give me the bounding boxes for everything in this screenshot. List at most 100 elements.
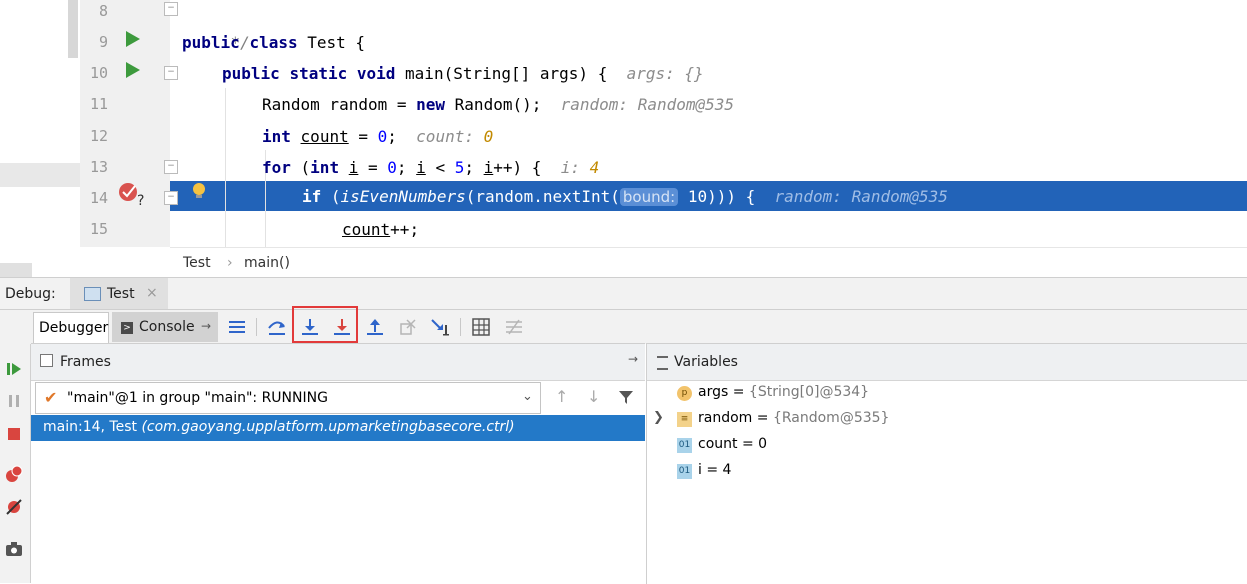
variable-value: {String[0]@534}: [748, 384, 870, 400]
code-token: (: [290, 158, 311, 177]
variable-name: count: [698, 436, 738, 452]
pin-panel-icon[interactable]: →: [628, 352, 638, 366]
close-icon[interactable]: ×: [146, 285, 158, 301]
frames-icon: [40, 354, 53, 367]
code-line-11: Random random = new Random(); random: Ra…: [262, 89, 734, 120]
primitive-icon: 01: [677, 438, 692, 453]
step-over-icon[interactable]: [266, 316, 288, 338]
code-line-9: public class Test {: [182, 27, 365, 58]
breadcrumb-method[interactable]: main(): [244, 255, 290, 271]
chevron-down-icon[interactable]: ⌄: [522, 389, 533, 404]
frame-list-item[interactable]: main:14, Test (com.gaoyang.upplatform.up…: [31, 415, 645, 441]
evaluate-expression-icon[interactable]: [470, 316, 492, 338]
run-to-cursor-icon[interactable]: [429, 316, 451, 338]
line-number: 13: [89, 158, 108, 176]
trace-stream-icon[interactable]: [503, 316, 525, 338]
inline-value-hint: count:: [416, 127, 484, 146]
session-icon: [84, 287, 101, 301]
code-line-12: int count = 0; count: 0: [262, 121, 493, 152]
variable-row-i[interactable]: 01 i = 4: [647, 459, 1247, 485]
run-class-icon[interactable]: [126, 31, 140, 47]
mute-breakpoints-icon[interactable]: [4, 497, 24, 517]
fold-marker-icon[interactable]: −: [164, 66, 178, 80]
variable-row-random[interactable]: ❯ ≡ random = {Random@535}: [647, 407, 1247, 433]
code-token: main(String[] args) {: [395, 64, 608, 83]
view-breakpoints-icon[interactable]: [4, 464, 24, 484]
variable-row-args[interactable]: p args = {String[0]@534}: [647, 381, 1247, 407]
breakpoint-icon[interactable]: ?: [116, 180, 150, 208]
breadcrumb-class[interactable]: Test: [183, 255, 211, 271]
lightbulb-icon[interactable]: [190, 181, 208, 201]
field-icon: ≡: [677, 412, 692, 427]
previous-frame-icon[interactable]: ↑: [555, 387, 568, 406]
debug-side-toolbar: [0, 309, 31, 583]
variable-row-count[interactable]: 01 count = 0: [647, 433, 1247, 459]
keyword-token: void: [356, 64, 396, 83]
line-number: 12: [89, 127, 108, 145]
variable-value: 0: [758, 436, 768, 452]
variables-title: Variables: [674, 354, 738, 370]
inline-value-hint: args: {}: [626, 64, 704, 83]
filter-icon[interactable]: [618, 389, 634, 405]
camera-icon[interactable]: [4, 539, 24, 559]
variable-token: i: [483, 158, 494, 177]
variable-equals: =: [701, 462, 723, 478]
keyword-token: public: [182, 33, 240, 52]
code-token: <: [425, 158, 455, 177]
project-scrollbar[interactable]: [68, 0, 78, 58]
show-execution-point-icon[interactable]: [226, 316, 248, 338]
drop-frame-icon[interactable]: [397, 316, 419, 338]
code-line-15: count++;: [342, 214, 419, 245]
inline-value-hint: random: Random@535: [774, 187, 948, 206]
frame-location: main:14, Test: [43, 419, 137, 435]
keyword-token: public: [222, 64, 280, 83]
svg-text:?: ?: [137, 193, 144, 208]
variables-panel: Variables p args = {String[0]@534} ❯ ≡ r…: [646, 343, 1247, 584]
toolbar-separator: [256, 318, 257, 336]
keyword-token: new: [416, 95, 446, 114]
debug-session-tab[interactable]: Test ×: [70, 278, 168, 310]
chevron-right-icon[interactable]: ❯: [653, 410, 664, 425]
fold-marker-icon[interactable]: −: [164, 2, 178, 16]
fold-marker-icon[interactable]: −: [164, 160, 178, 174]
code-token: (: [321, 187, 341, 206]
code-line-13: for (int i = 0; i < 5; i++) { i: 4: [262, 152, 599, 183]
tab-console[interactable]: > Console →: [112, 312, 218, 342]
frames-header: Frames →: [31, 344, 645, 381]
stop-icon[interactable]: [4, 424, 24, 444]
variable-value: 4: [722, 462, 732, 478]
tab-console-label: Console: [139, 319, 195, 335]
method-call-token: isEvenNumbers: [340, 187, 466, 206]
thread-selector-value: "main"@1 in group "main": RUNNING: [67, 390, 328, 406]
console-icon: >: [121, 322, 133, 334]
code-token: (random.nextInt(: [465, 187, 620, 206]
line-number: 8: [98, 2, 108, 20]
run-main-icon[interactable]: [126, 62, 140, 78]
code-token: ;: [464, 158, 484, 177]
pin-tab-icon[interactable]: →: [201, 319, 211, 333]
inline-value-hint: random: Random@535: [560, 95, 735, 114]
variable-name: args: [698, 384, 729, 400]
thread-selector[interactable]: ✔ "main"@1 in group "main": RUNNING ⌄: [35, 382, 541, 414]
number-token: 0: [377, 127, 388, 146]
pause-program-icon[interactable]: [4, 391, 24, 411]
resume-program-icon[interactable]: [4, 359, 24, 379]
code-line-8: */: [192, 0, 250, 52]
step-out-icon[interactable]: [364, 316, 386, 338]
code-token: ++;: [390, 220, 420, 239]
variable-name: random: [698, 410, 753, 426]
breadcrumb: Test › main(): [170, 247, 1247, 278]
parameter-icon: p: [677, 386, 692, 401]
number-token: 5: [454, 158, 465, 177]
primitive-icon: 01: [677, 464, 692, 479]
variable-token: count: [342, 220, 391, 239]
next-frame-icon[interactable]: ↓: [587, 387, 600, 406]
fold-marker-icon[interactable]: −: [164, 191, 178, 205]
breadcrumb-left-filler: [0, 247, 170, 277]
code-editor[interactable]: 8 9 10 11 12 13 14 15 − − − − ? */ publi…: [0, 0, 1247, 247]
variable-equals: =: [752, 410, 773, 426]
session-tab-label: Test: [107, 286, 135, 302]
line-number: 9: [98, 33, 108, 51]
tab-debugger[interactable]: Debugger: [33, 312, 109, 343]
inline-value-number: 4: [589, 158, 600, 177]
